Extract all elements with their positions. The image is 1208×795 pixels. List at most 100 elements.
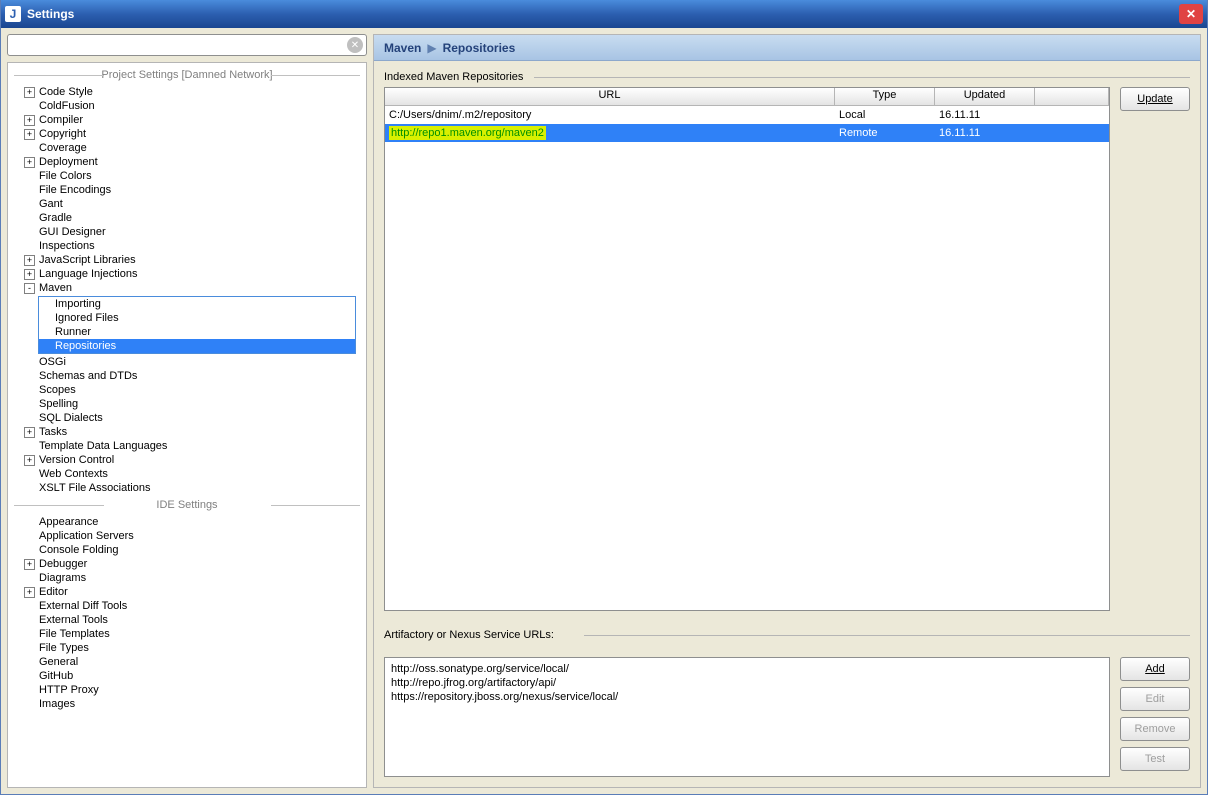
col-type[interactable]: Type	[835, 88, 935, 105]
tree-item-label: Tasks	[39, 426, 67, 438]
list-item[interactable]: https://repository.jboss.org/nexus/servi…	[389, 690, 1105, 704]
tree-item[interactable]: GUI Designer	[8, 225, 366, 239]
tree-item[interactable]: Web Contexts	[8, 467, 366, 481]
tree-item[interactable]: XSLT File Associations	[8, 481, 366, 495]
window-buttons: ✕	[1179, 4, 1203, 24]
tree-item[interactable]: External Tools	[8, 613, 366, 627]
tree-item[interactable]: External Diff Tools	[8, 599, 366, 613]
test-button[interactable]: Test	[1120, 747, 1190, 771]
minus-icon[interactable]: -	[24, 283, 35, 294]
update-button[interactable]: Update	[1120, 87, 1190, 111]
tree-item-label: Compiler	[39, 114, 83, 126]
service-buttons: Add Edit Remove Test	[1120, 657, 1190, 777]
tree-item[interactable]: + Editor	[8, 585, 366, 599]
tree-item[interactable]: Inspections	[8, 239, 366, 253]
dialog-body: ✕ Project Settings [Damned Network] + Cod…	[1, 28, 1207, 794]
repos-area: URL Type Updated C:/Users/dnim/.m2/repos…	[384, 87, 1190, 611]
tree-item-label: Diagrams	[39, 572, 86, 584]
plus-icon[interactable]: +	[24, 455, 35, 466]
tree-item[interactable]: Gradle	[8, 211, 366, 225]
plus-icon[interactable]: +	[24, 255, 35, 266]
tree-item[interactable]: File Types	[8, 641, 366, 655]
tree-item[interactable]: +Debugger	[8, 557, 366, 571]
tree-item[interactable]: GitHub	[8, 669, 366, 683]
plus-icon[interactable]: +	[24, 587, 35, 598]
tree-item[interactable]: Appearance	[8, 515, 366, 529]
tree-item-label: Editor	[39, 586, 68, 598]
tree-item[interactable]: Gant	[8, 197, 366, 211]
tree-item[interactable]: ColdFusion	[8, 99, 366, 113]
plus-icon[interactable]: +	[24, 269, 35, 280]
tree-item-label: Scopes	[39, 384, 76, 396]
tree-item[interactable]: +Version Control	[8, 453, 366, 467]
tree-item[interactable]: Diagrams	[8, 571, 366, 585]
tree-item[interactable]: Console Folding	[8, 543, 366, 557]
tree-item-label: Web Contexts	[39, 468, 108, 480]
breadcrumb-root[interactable]: Maven	[384, 41, 421, 55]
tree-item[interactable]: Scopes	[8, 383, 366, 397]
list-item[interactable]: http://oss.sonatype.org/service/local/	[389, 662, 1105, 676]
tree-item-label: Application Servers	[39, 530, 134, 542]
tree-item[interactable]: + Code Style	[8, 85, 366, 99]
tree-item[interactable]: File Templates	[8, 627, 366, 641]
tree-item-label: Code Style	[39, 86, 93, 98]
plus-icon[interactable]: +	[24, 115, 35, 126]
clear-icon[interactable]: ✕	[347, 37, 363, 53]
search-input[interactable]	[7, 34, 367, 56]
tree-item[interactable]: General	[8, 655, 366, 669]
content-body: Indexed Maven Repositories URL Type Upda…	[374, 61, 1200, 787]
tree-item-label: Gradle	[39, 212, 72, 224]
tree-item[interactable]: HTTP Proxy	[8, 683, 366, 697]
tree-item-label: HTTP Proxy	[39, 684, 99, 696]
tree-item-label: Inspections	[39, 240, 95, 252]
titlebar: J Settings ✕	[1, 0, 1207, 28]
table-row[interactable]: http://repo1.maven.org/maven2Remote16.11…	[385, 124, 1109, 142]
edit-button[interactable]: Edit	[1120, 687, 1190, 711]
tree-item[interactable]: -Maven	[8, 281, 366, 295]
col-url[interactable]: URL	[385, 88, 835, 105]
tree-item[interactable]: +Language Injections	[8, 267, 366, 281]
tree-item-label: External Diff Tools	[39, 600, 127, 612]
add-button[interactable]: Add	[1120, 657, 1190, 681]
settings-tree[interactable]: Project Settings [Damned Network] + Code …	[7, 62, 367, 788]
col-updated[interactable]: Updated	[935, 88, 1035, 105]
remove-button[interactable]: Remove	[1120, 717, 1190, 741]
tree-item[interactable]: Importing	[39, 297, 355, 311]
service-list[interactable]: http://oss.sonatype.org/service/local/ht…	[384, 657, 1110, 777]
tree-item[interactable]: +JavaScript Libraries	[8, 253, 366, 267]
tree-item[interactable]: OSGi	[8, 355, 366, 369]
tree-item[interactable]: Repositories	[39, 339, 355, 353]
tree-item[interactable]: Template Data Languages	[8, 439, 366, 453]
maven-children: ImportingIgnored FilesRunnerRepositories	[38, 296, 356, 354]
table-body: C:/Users/dnim/.m2/repositoryLocal16.11.1…	[385, 106, 1109, 610]
tree-item[interactable]: Spelling	[8, 397, 366, 411]
tree-item[interactable]: Schemas and DTDs	[8, 369, 366, 383]
tree-item[interactable]: Images	[8, 697, 366, 711]
list-item[interactable]: http://repo.jfrog.org/artifactory/api/	[389, 676, 1105, 690]
tree-item[interactable]: SQL Dialects	[8, 411, 366, 425]
tree-item[interactable]: +Copyright	[8, 127, 366, 141]
tree-item-label: External Tools	[39, 614, 108, 626]
tree-item-label: File Encodings	[39, 184, 111, 196]
section-project: Project Settings [Damned Network]	[8, 69, 366, 81]
plus-icon[interactable]: +	[24, 427, 35, 438]
table-row[interactable]: C:/Users/dnim/.m2/repositoryLocal16.11.1…	[385, 106, 1109, 124]
close-button[interactable]: ✕	[1179, 4, 1203, 24]
tree-item[interactable]: +Deployment	[8, 155, 366, 169]
plus-icon[interactable]: +	[24, 87, 35, 98]
tree-item[interactable]: Runner	[39, 325, 355, 339]
tree-item[interactable]: File Encodings	[8, 183, 366, 197]
tree-item[interactable]: File Colors	[8, 169, 366, 183]
tree-item[interactable]: + Compiler	[8, 113, 366, 127]
tree-item-label: File Types	[39, 642, 89, 654]
tree-item[interactable]: Application Servers	[8, 529, 366, 543]
plus-icon[interactable]: +	[24, 559, 35, 570]
tree-item-label: XSLT File Associations	[39, 482, 150, 494]
plus-icon[interactable]: +	[24, 129, 35, 140]
tree-item[interactable]: Ignored Files	[39, 311, 355, 325]
tree-item[interactable]: + Tasks	[8, 425, 366, 439]
tree-item[interactable]: Coverage	[8, 141, 366, 155]
tree-item-label: GUI Designer	[39, 226, 106, 238]
plus-icon[interactable]: +	[24, 157, 35, 168]
repos-table[interactable]: URL Type Updated C:/Users/dnim/.m2/repos…	[384, 87, 1110, 611]
